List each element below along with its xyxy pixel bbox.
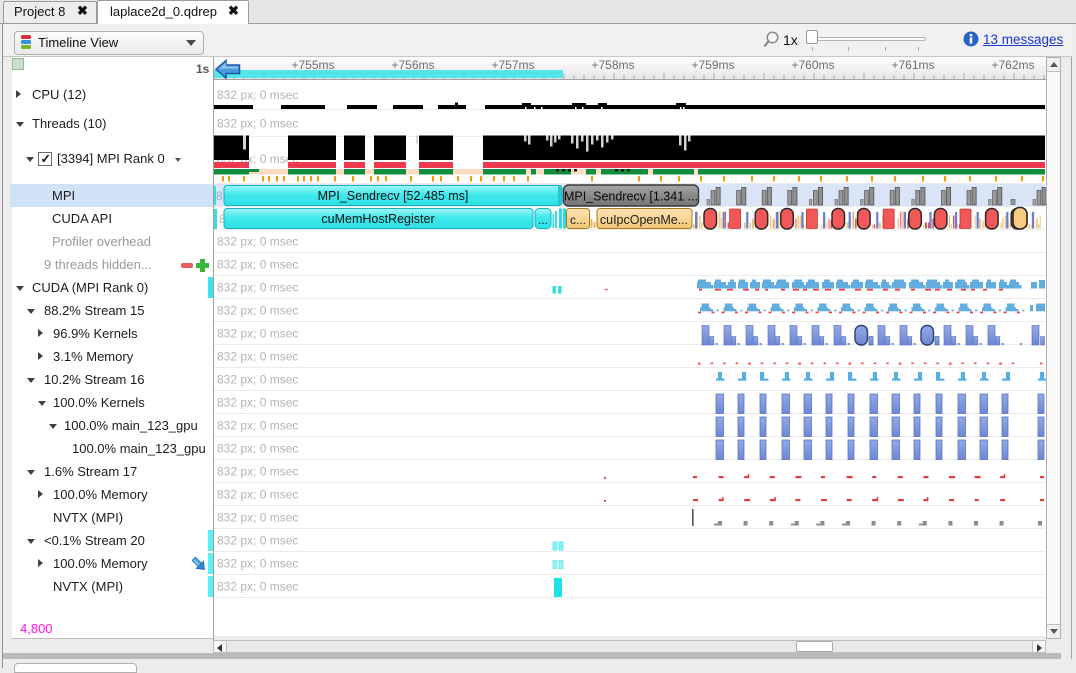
svg-text:832 px; 0 msec: 832 px; 0 msec (217, 235, 298, 249)
svg-text:832 px; 0 msec: 832 px; 0 msec (217, 304, 298, 318)
svg-text:...: ... (538, 213, 548, 227)
svg-text:+762ms: +762ms (991, 58, 1034, 72)
svg-text:832 px; 0 msec: 832 px; 0 msec (217, 511, 298, 525)
svg-text:+756ms: +756ms (391, 58, 434, 72)
svg-text:+757ms: +757ms (491, 58, 534, 72)
svg-text:832 px; 0 msec: 832 px; 0 msec (217, 534, 298, 548)
svg-text:832 px; 0 msec: 832 px; 0 msec (217, 580, 298, 594)
svg-text:832 px; 0 msec: 832 px; 0 msec (217, 373, 298, 387)
svg-text:832 px; 0 msec: 832 px; 0 msec (217, 465, 298, 479)
svg-text:+758ms: +758ms (591, 58, 634, 72)
svg-text:832 px; 0 msec: 832 px; 0 msec (217, 396, 298, 410)
svg-text:+761ms: +761ms (891, 58, 934, 72)
svg-text:MPI_Sendrecv [1.341 ...: MPI_Sendrecv [1.341 ... (564, 190, 698, 204)
svg-text:c...: c... (570, 213, 586, 227)
svg-text:832 px; 0 msec: 832 px; 0 msec (217, 488, 298, 502)
svg-text:832 px; 0 msec: 832 px; 0 msec (217, 327, 298, 341)
svg-text:832 px; 0 msec: 832 px; 0 msec (217, 117, 298, 131)
svg-text:+760ms: +760ms (791, 58, 834, 72)
svg-text:+755ms: +755ms (291, 58, 334, 72)
svg-text:832 px; 0 msec: 832 px; 0 msec (217, 258, 298, 272)
svg-text:+759ms: +759ms (691, 58, 734, 72)
svg-text:cuIpcOpenMe...: cuIpcOpenMe... (600, 213, 688, 227)
svg-text:832 px; 0 msec: 832 px; 0 msec (217, 442, 298, 456)
svg-text:832 px; 0 msec: 832 px; 0 msec (217, 419, 298, 433)
svg-text:cuMemHostRegister: cuMemHostRegister (321, 212, 434, 226)
svg-text:832 px; 0 msec: 832 px; 0 msec (217, 88, 298, 102)
svg-text:832 px; 0 msec: 832 px; 0 msec (217, 281, 298, 295)
svg-text:MPI_Sendrecv [52.485 ms]: MPI_Sendrecv [52.485 ms] (318, 189, 469, 203)
svg-text:832 px; 0 msec: 832 px; 0 msec (217, 350, 298, 364)
svg-text:832 px; 0 msec: 832 px; 0 msec (217, 557, 298, 571)
